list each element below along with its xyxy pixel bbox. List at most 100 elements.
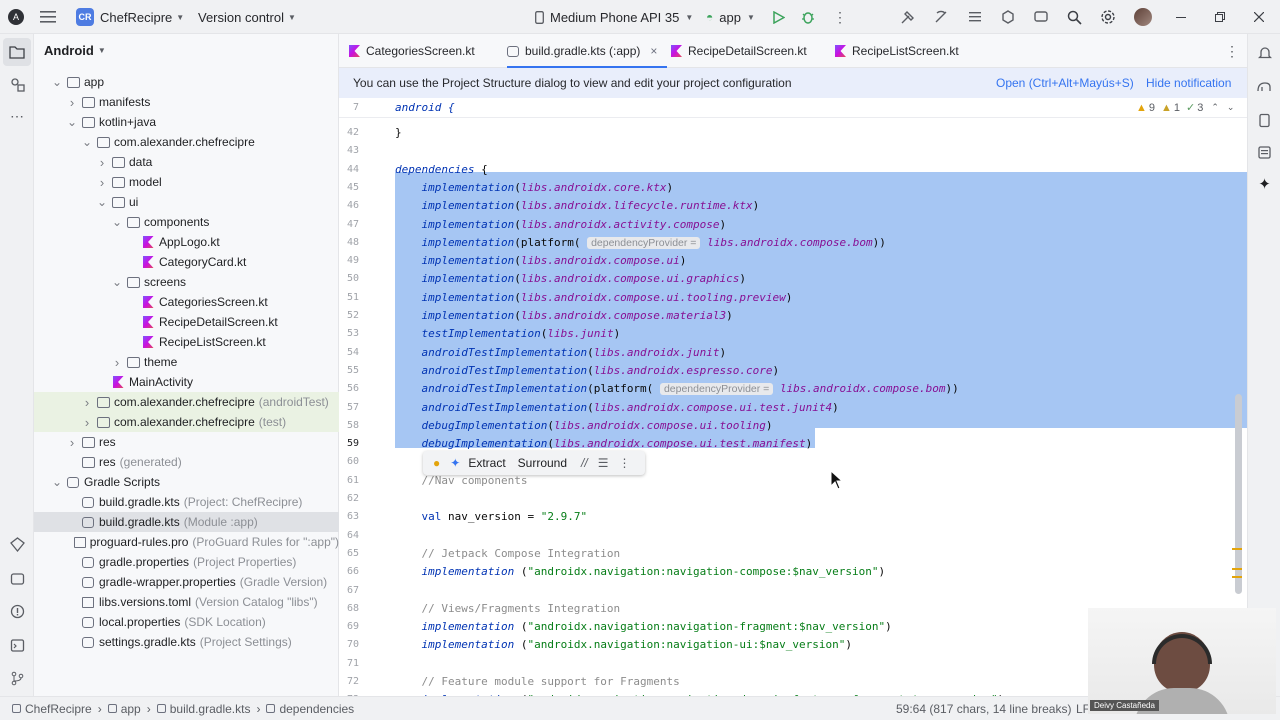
tree-item[interactable]: ⌄ ui [34,192,339,212]
tab-recipe-list-screen[interactable]: RecipeListScreen.kt [835,34,959,68]
tree-item[interactable]: RecipeListScreen.kt [34,332,339,352]
chevron-right-icon[interactable]: › [80,415,94,430]
more-tool-windows-icon[interactable]: ⋯ [0,102,34,130]
next-highlight-icon[interactable]: ⌄ [1227,102,1235,113]
tree-item[interactable]: › res [34,432,339,452]
device-manager-icon[interactable] [1033,0,1049,34]
chevron-down-icon[interactable]: ⌄ [50,75,64,89]
warning-stripe-marker[interactable] [1232,548,1242,550]
tree-item[interactable]: settings.gradle.kts (Project Settings) [34,632,339,652]
hide-notification-link[interactable]: Hide notification [1146,76,1231,90]
chevron-down-icon[interactable]: ⌄ [110,215,124,229]
extract-button[interactable]: Extract [468,456,505,470]
apply-changes-icon[interactable] [933,0,949,34]
chevron-right-icon[interactable]: › [65,435,79,450]
tree-item[interactable]: ⌄ app [34,72,339,92]
device-selector[interactable]: Medium Phone API 35 ▼ [535,0,693,34]
more-options-icon[interactable]: ⋮ [618,456,630,470]
code-editor[interactable]: 7 android { ▲ 9 ▲ 1 ✓ 3 ⌃ ⌄ 42} 43 44 dependen… [339,98,1247,696]
gradle-elephant-icon[interactable] [1248,72,1280,100]
chevron-down-icon[interactable]: ⌄ [65,115,79,129]
tree-item[interactable]: build.gradle.kts (Module :app) [34,512,339,532]
minimize-window-icon[interactable] [1176,0,1186,34]
tree-item[interactable]: res (generated) [34,452,339,472]
tab-build-gradle-app[interactable]: build.gradle.kts (:app) × [507,34,668,69]
main-menu-icon[interactable] [40,0,56,34]
project-switcher[interactable]: CR ChefRecipre ▼ [76,0,184,34]
close-window-icon[interactable] [1254,0,1264,34]
tree-item[interactable]: › model [34,172,339,192]
breadcrumb-item[interactable]: dependencies [279,702,354,716]
tree-item[interactable]: libs.versions.toml (Version Catalog "libs… [34,592,339,612]
tree-item[interactable]: proguard-rules.pro (ProGuard Rules for ":… [34,532,339,552]
chevron-down-icon[interactable]: ⌄ [50,475,64,489]
user-avatar[interactable] [1134,0,1152,34]
git-branch-icon[interactable] [0,664,34,692]
tree-item[interactable]: ⌄ kotlin+java [34,112,339,132]
tree-item[interactable]: RecipeDetailScreen.kt [34,312,339,332]
tab-options-icon[interactable]: ⋮ [1225,34,1239,68]
tree-item[interactable]: CategoryCard.kt [34,252,339,272]
tree-item[interactable]: MainActivity [34,372,339,392]
running-devices-icon[interactable] [1248,138,1280,166]
tree-item[interactable]: › data [34,152,339,172]
tree-item[interactable]: › com.alexander.chefrecipre (androidTest) [34,392,339,412]
surround-button[interactable]: Surround [518,456,567,470]
sdk-manager-icon[interactable] [1000,0,1016,34]
tab-categories-screen[interactable]: CategoriesScreen.kt [349,34,475,68]
build-icon[interactable] [900,0,916,34]
gemini-sparkle-icon[interactable]: ✦ [450,456,460,470]
chevron-right-icon[interactable]: › [95,155,109,170]
tree-item[interactable]: ⌄ screens [34,272,339,292]
tree-item[interactable]: AppLogo.kt [34,232,339,252]
notifications-bell-icon[interactable] [1248,38,1280,66]
previous-highlight-icon[interactable]: ⌃ [1211,102,1219,113]
sticky-lines[interactable]: 7 android { [339,98,1247,118]
reformat-icon[interactable]: ☰ [598,456,609,470]
settings-gear-icon[interactable] [1100,0,1116,34]
warning-stripe-marker[interactable] [1232,568,1242,570]
tree-item[interactable]: gradle.properties (Project Properties) [34,552,339,572]
app-inspection-icon[interactable] [0,564,34,592]
more-actions-icon[interactable]: ⋮ [833,0,847,34]
lightbulb-icon[interactable]: ● [433,456,440,470]
terminal-icon[interactable] [0,631,34,659]
comment-toggle-icon[interactable]: // [581,456,588,470]
tree-item[interactable]: ⌄ Gradle Scripts [34,472,339,492]
caret-position[interactable]: 59:64 (817 chars, 14 line breaks) [896,702,1071,716]
chevron-right-icon[interactable]: › [80,395,94,410]
tree-item[interactable]: ⌄ com.alexander.chefrecipre [34,132,339,152]
breadcrumb-item[interactable]: ChefRecipre [25,702,92,716]
tree-item[interactable]: gradle-wrapper.properties (Gradle Version… [34,572,339,592]
debug-icon[interactable] [801,0,815,34]
project-view-selector[interactable]: Android ▼ [44,34,106,66]
project-folder-icon[interactable] [3,38,31,66]
problems-icon[interactable] [0,597,34,625]
breadcrumb-item[interactable]: app [121,702,141,716]
warning-stripe-marker[interactable] [1232,576,1242,578]
chevron-right-icon[interactable]: › [95,175,109,190]
tree-item[interactable]: ⌄ components [34,212,339,232]
run-icon[interactable] [773,0,785,34]
tree-item[interactable]: › theme [34,352,339,372]
inspections-widget[interactable]: ▲ 9 ▲ 1 ✓ 3 ⌃ ⌄ [1136,101,1235,115]
chevron-down-icon[interactable]: ⌄ [80,135,94,149]
tree-item[interactable]: › manifests [34,92,339,112]
close-tab-icon[interactable]: × [650,44,657,58]
android-studio-logo-icon[interactable]: A [8,0,24,34]
vertical-scrollbar[interactable] [1235,394,1242,594]
sync-project-icon[interactable] [967,0,983,34]
tab-recipe-detail-screen[interactable]: RecipeDetailScreen.kt [671,34,807,68]
version-control-menu[interactable]: Version control ▼ [198,0,296,34]
tree-item[interactable]: CategoriesScreen.kt [34,292,339,312]
run-config-selector[interactable]: ◓ app ▼ [706,0,755,34]
gemini-diamond-icon[interactable] [0,530,34,558]
restore-window-icon[interactable] [1215,0,1225,34]
device-explorer-icon[interactable] [1248,106,1280,134]
chevron-right-icon[interactable]: › [110,355,124,370]
open-project-structure-link[interactable]: Open (Ctrl+Alt+Mayús+S) [996,76,1134,90]
gemini-star-icon[interactable]: ✦ [1248,170,1280,198]
search-icon[interactable] [1067,0,1082,34]
chevron-down-icon[interactable]: ⌄ [110,275,124,289]
tree-item[interactable]: build.gradle.kts (Project: ChefRecipre) [34,492,339,512]
